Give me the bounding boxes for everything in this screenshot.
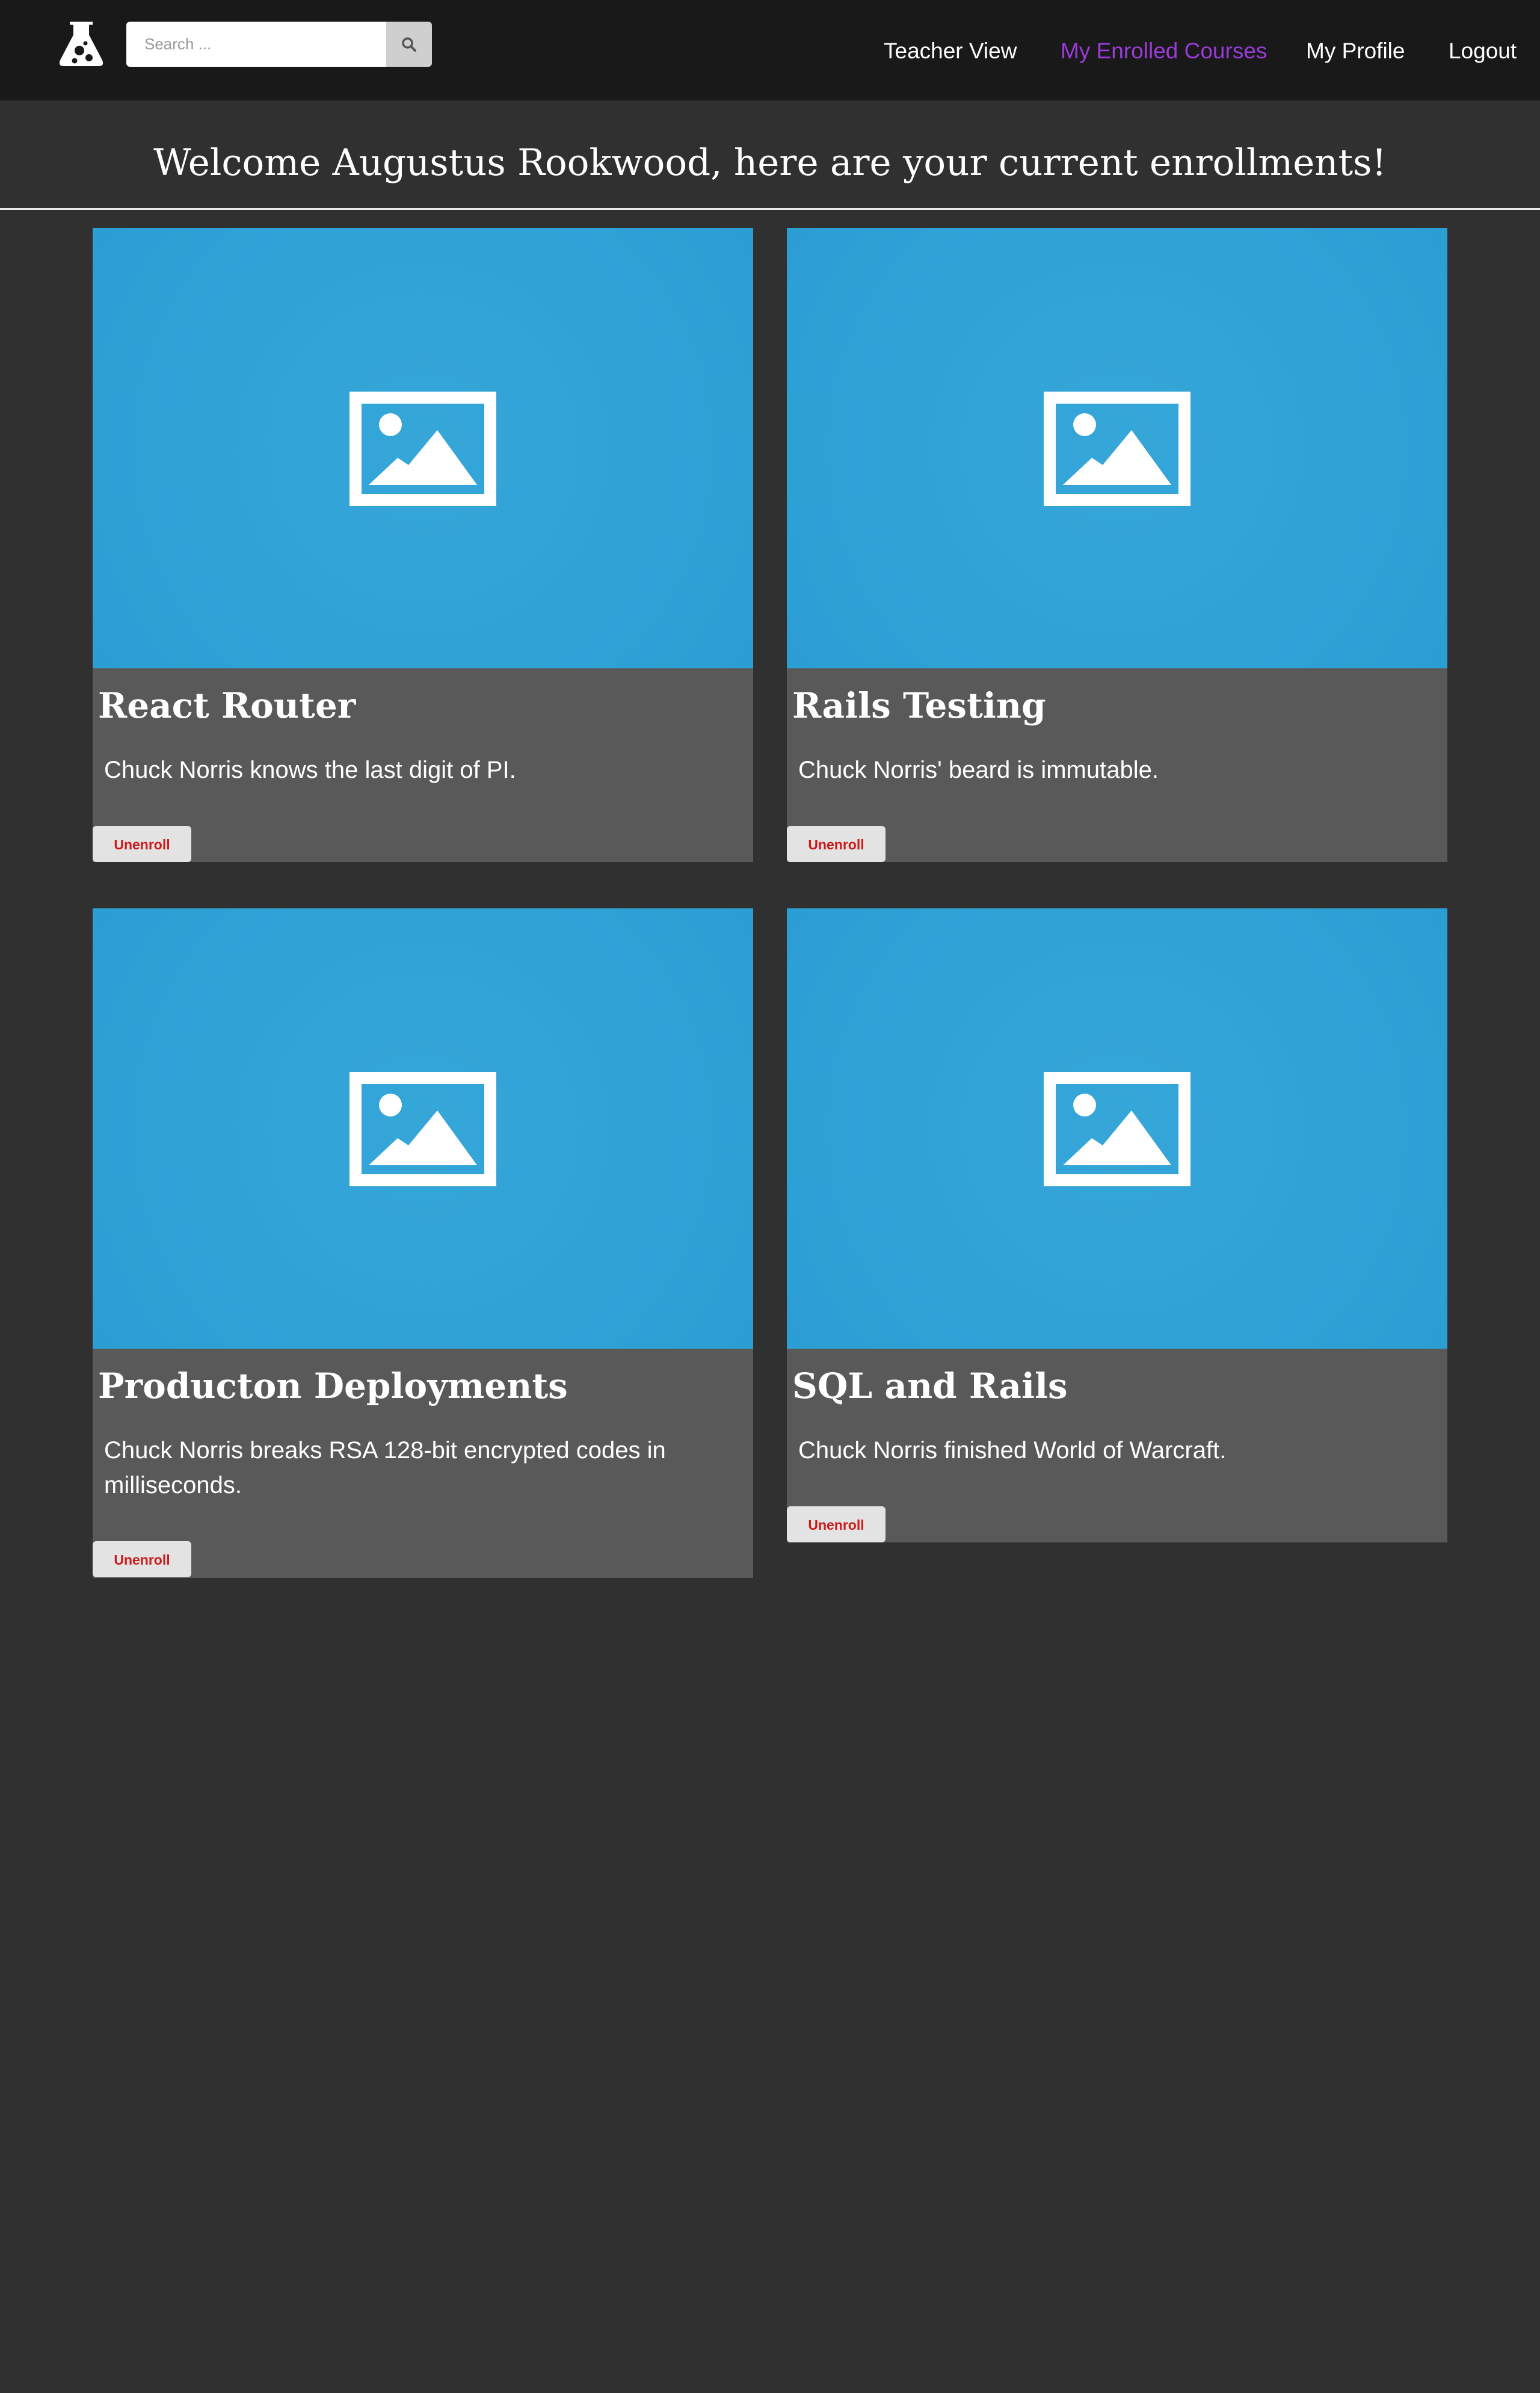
unenroll-button[interactable]: Unenroll bbox=[93, 826, 191, 862]
nav-link-my-enrolled-courses[interactable]: My Enrolled Courses bbox=[1061, 35, 1267, 67]
course-title[interactable]: React Router bbox=[98, 680, 356, 731]
course-description: Chuck Norris breaks RSA 128-bit encrypte… bbox=[104, 1437, 666, 1498]
flask-icon[interactable] bbox=[58, 19, 105, 67]
unenroll-button[interactable]: Unenroll bbox=[787, 1506, 886, 1542]
course-card: Producton Deployments Chuck Norris break… bbox=[93, 908, 753, 1578]
search-icon bbox=[402, 37, 416, 52]
image-placeholder-icon bbox=[1044, 392, 1190, 506]
nav-link-teacher-view[interactable]: Teacher View bbox=[884, 35, 1017, 67]
page-title: Welcome Augustus Rookwood, here are your… bbox=[153, 141, 1387, 184]
course-title[interactable]: Producton Deployments bbox=[98, 1361, 568, 1411]
course-card: React Router Chuck Norris knows the last… bbox=[93, 228, 753, 862]
course-title[interactable]: Rails Testing bbox=[792, 680, 1046, 731]
image-placeholder-icon bbox=[350, 1072, 496, 1186]
unenroll-button[interactable]: Unenroll bbox=[787, 826, 886, 862]
image-placeholder-icon bbox=[1044, 1072, 1190, 1186]
course-description: Chuck Norris knows the last digit of PI. bbox=[104, 757, 516, 783]
navbar: Teacher View My Enrolled Courses My Prof… bbox=[0, 0, 1540, 100]
course-description: Chuck Norris' beard is immutable. bbox=[798, 757, 1159, 783]
course-image[interactable] bbox=[93, 908, 753, 1349]
course-image[interactable] bbox=[93, 228, 753, 668]
nav-link-my-profile[interactable]: My Profile bbox=[1306, 35, 1405, 67]
search-input[interactable] bbox=[126, 22, 386, 67]
header-divider bbox=[0, 208, 1540, 210]
course-card: Rails Testing Chuck Norris' beard is imm… bbox=[787, 228, 1447, 862]
course-image[interactable] bbox=[787, 908, 1447, 1349]
course-description: Chuck Norris finished World of Warcraft. bbox=[798, 1437, 1227, 1464]
image-placeholder-icon bbox=[350, 392, 496, 506]
search-bar bbox=[126, 22, 432, 67]
search-button[interactable] bbox=[386, 22, 432, 67]
course-image[interactable] bbox=[787, 228, 1447, 668]
nav-link-logout[interactable]: Logout bbox=[1449, 35, 1517, 67]
course-card: SQL and Rails Chuck Norris finished Worl… bbox=[787, 908, 1447, 1542]
unenroll-button[interactable]: Unenroll bbox=[93, 1541, 191, 1577]
course-title[interactable]: SQL and Rails bbox=[792, 1361, 1068, 1411]
